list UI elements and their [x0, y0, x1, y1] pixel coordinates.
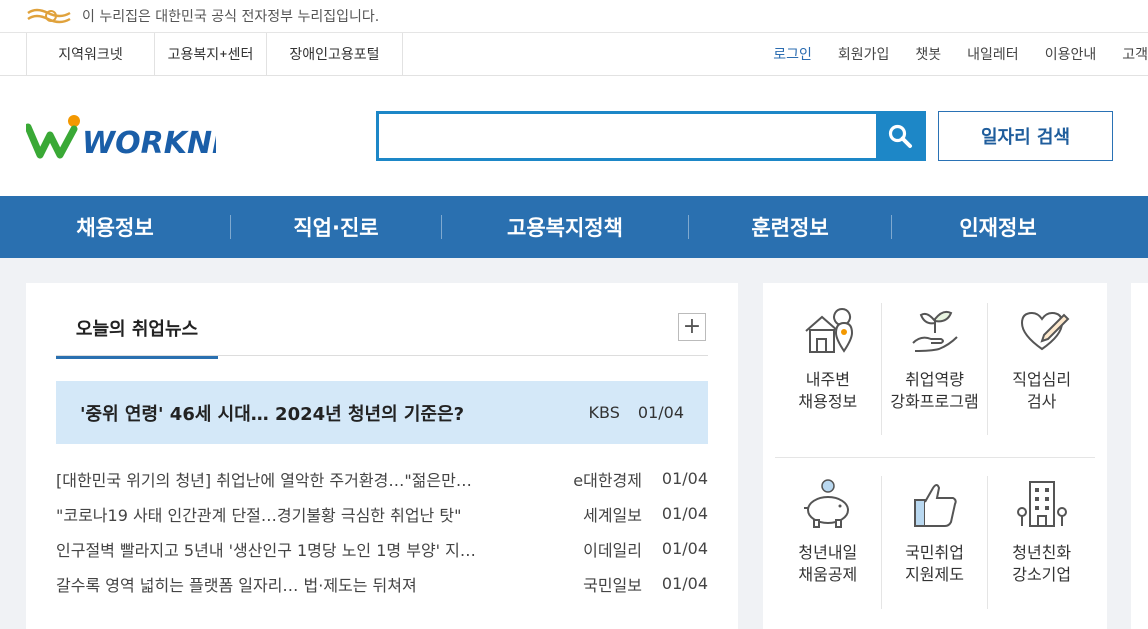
news-date: 01/04: [661, 469, 708, 488]
news-title: "코로나19 사태 인간관계 단절…경기불황 극심한 취업난 탓": [56, 505, 462, 525]
news-more-button[interactable]: +: [678, 313, 706, 341]
service-label: 내주변 채용정보: [798, 370, 858, 411]
service-label: 취업역량 강화프로그램: [890, 370, 979, 411]
list-item[interactable]: 갈수록 영역 넓히는 플랫폼 일자리… 법·제도는 뒤쳐져 국민일보 01/04: [56, 566, 708, 601]
chatbot-link[interactable]: 챗봇: [915, 44, 941, 64]
services-row: 내주변 채용정보 취업역량 강화프로그램 직업심리 검사: [775, 303, 1095, 435]
news-source: e대한경제: [573, 470, 642, 490]
signup-link[interactable]: 회원가입: [838, 44, 890, 64]
side-panel-edge: [1131, 283, 1148, 629]
utility-left-links: 지역워크넷 고용복지 + 센터 장애인고용포털: [26, 33, 403, 75]
heart-pencil-icon: [1020, 311, 1070, 351]
services-panel: 내주변 채용정보 취업역량 강화프로그램 직업심리 검사 청년내일 채움공제 국…: [763, 283, 1107, 629]
login-link[interactable]: 로그인: [773, 44, 812, 64]
sprout-hand-icon: [911, 310, 958, 352]
eg-government-logo-icon: [27, 8, 71, 24]
util-link-disabled-employment-portal[interactable]: 장애인고용포털: [267, 33, 403, 75]
headline-source: KBS: [588, 403, 620, 422]
service-label: 청년내일 채움공제: [798, 543, 858, 584]
services-grid: 내주변 채용정보 취업역량 강화프로그램 직업심리 검사 청년내일 채움공제 국…: [775, 303, 1095, 609]
news-title: 인구절벽 빨라지고 5년내 '생산인구 1명당 노인 1명 부양' 지…: [56, 540, 476, 560]
news-list: [대한민국 위기의 청년] 취업난에 열악한 주거환경…"젊은만… e대한경제 …: [56, 461, 708, 601]
news-date: 01/04: [661, 504, 708, 523]
headline-title: '중위 연령' 46세 시대… 2024년 청년의 기준은?: [80, 403, 465, 425]
service-employment-program[interactable]: 취업역량 강화프로그램: [882, 303, 989, 435]
utility-right-links: 로그인 회원가입 챗봇 내일레터 이용안내 고객: [747, 33, 1148, 75]
service-label: 직업심리 검사: [1012, 370, 1072, 411]
divider: [56, 355, 708, 356]
piggy-bank-icon: [803, 479, 849, 528]
search-button[interactable]: [876, 114, 923, 158]
guide-link[interactable]: 이용안내: [1045, 44, 1097, 64]
worknet-logo[interactable]: WORKNET: [26, 113, 216, 159]
thumbs-up-icon: [913, 484, 957, 527]
main-nav: 채용정보 직업·진로 고용복지정책 훈련정보 인재정보: [0, 196, 1148, 258]
logo-text: WORKNET: [82, 126, 216, 159]
tab-today-news[interactable]: 오늘의 취업뉴스: [56, 315, 218, 359]
service-youth-friendly-company[interactable]: 청년친화 강소기업: [988, 476, 1095, 609]
nav-item-welfare-policy[interactable]: 고용복지정책: [442, 196, 688, 258]
news-date: 01/04: [661, 574, 708, 593]
news-source: 세계일보: [583, 505, 642, 525]
list-item[interactable]: [대한민국 위기의 청년] 취업난에 열악한 주거환경…"젊은만… e대한경제 …: [56, 461, 708, 496]
news-source: 이데일리: [583, 540, 642, 560]
headline-date: 01/04: [637, 403, 684, 422]
services-row: 청년내일 채움공제 국민취업 지원제도 청년친화 강소기업: [775, 457, 1095, 609]
gov-banner: 이 누리집은 대한민국 공식 전자정부 누리집입니다.: [0, 0, 1148, 33]
news-date: 01/04: [661, 539, 708, 558]
site-header: WORKNET 일자리 검색: [0, 76, 1148, 196]
main-content: 오늘의 취업뉴스 + '중위 연령' 46세 시대… 2024년 청년의 기준은…: [0, 258, 1148, 629]
util-link-regional-worknet[interactable]: 지역워크넷: [27, 33, 155, 75]
util-link-employment-welfare-center[interactable]: 고용복지 + 센터: [155, 33, 267, 75]
news-title: 갈수록 영역 넓히는 플랫폼 일자리… 법·제도는 뒤쳐져: [56, 575, 417, 595]
search-icon: [888, 124, 912, 148]
search-input[interactable]: [379, 114, 876, 158]
nav-item-talent-info[interactable]: 인재정보: [892, 196, 1104, 258]
nav-item-career[interactable]: 직업·진로: [231, 196, 441, 258]
newsletter-link[interactable]: 내일레터: [967, 44, 1019, 64]
nav-item-training-info[interactable]: 훈련정보: [689, 196, 891, 258]
utility-bar: 지역워크넷 고용복지 + 센터 장애인고용포털 로그인 회원가입 챗봇 내일레터 이…: [0, 33, 1148, 76]
building-icon: [1016, 481, 1067, 527]
service-label: 국민취업 지원제도: [905, 543, 964, 584]
customer-link[interactable]: 고객: [1122, 44, 1148, 64]
search-box: [376, 111, 926, 161]
service-national-employment[interactable]: 국민취업 지원제도: [882, 476, 989, 609]
service-youth-savings[interactable]: 청년내일 채움공제: [775, 476, 882, 609]
service-nearby-jobs[interactable]: 내주변 채용정보: [775, 303, 882, 435]
house-location-icon: [805, 308, 853, 353]
list-item[interactable]: 인구절벽 빨라지고 5년내 '생산인구 1명당 노인 1명 부양' 지… 이데일…: [56, 531, 708, 566]
gov-banner-text: 이 누리집은 대한민국 공식 전자정부 누리집입니다.: [82, 9, 380, 25]
job-search-button[interactable]: 일자리 검색: [938, 111, 1113, 161]
nav-item-job-info[interactable]: 채용정보: [0, 196, 230, 258]
news-source: 국민일보: [583, 575, 642, 595]
service-psych-test[interactable]: 직업심리 검사: [988, 303, 1095, 435]
headline-news[interactable]: '중위 연령' 46세 시대… 2024년 청년의 기준은? KBS 01/04: [56, 381, 708, 444]
news-panel: 오늘의 취업뉴스 + '중위 연령' 46세 시대… 2024년 청년의 기준은…: [26, 283, 738, 629]
list-item[interactable]: "코로나19 사태 인간관계 단절…경기불황 극심한 취업난 탓" 세계일보 0…: [56, 496, 708, 531]
service-label: 청년친화 강소기업: [1012, 543, 1072, 584]
news-title: [대한민국 위기의 청년] 취업난에 열악한 주거환경…"젊은만…: [56, 470, 472, 490]
